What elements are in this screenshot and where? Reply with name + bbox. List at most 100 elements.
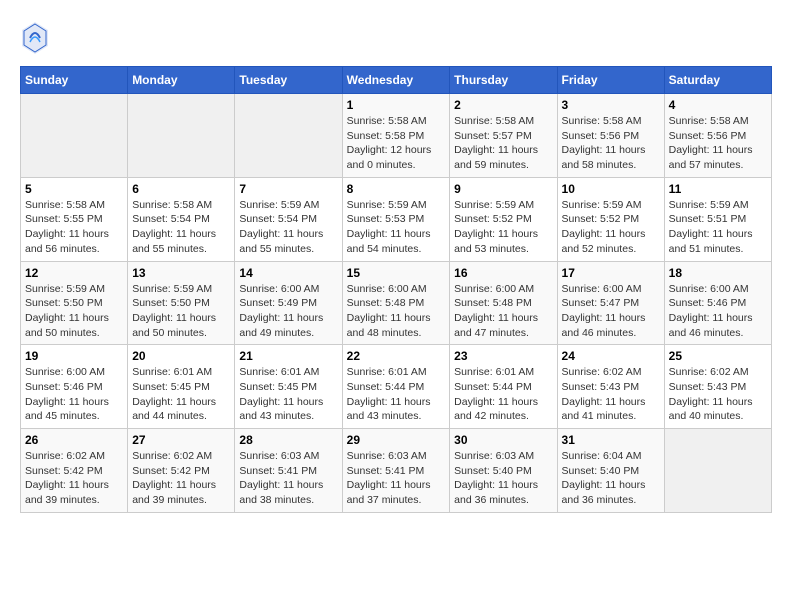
day-number: 20 (132, 349, 230, 363)
calendar-header-row: SundayMondayTuesdayWednesdayThursdayFrid… (21, 67, 772, 94)
calendar-cell: 9Sunrise: 5:59 AM Sunset: 5:52 PM Daylig… (450, 177, 557, 261)
calendar-cell: 29 Sunrise: 6:03 AM Sunset: 5:41 PM Dayli… (342, 429, 450, 513)
day-info: Sunrise: 5:59 AM Sunset: 5:51 PM Dayligh… (669, 198, 767, 257)
calendar-cell: 24Sunrise: 6:02 AM Sunset: 5:43 PM Dayli… (557, 345, 664, 429)
day-number: 5 (25, 182, 123, 196)
day-header-thursday: Thursday (450, 67, 557, 94)
calendar-cell: 21 Sunrise: 6:01 AM Sunset: 5:45 PM Dayli… (235, 345, 342, 429)
calendar-cell: 30 Sunrise: 6:03 AM Sunset: 5:40 PM Dayli… (450, 429, 557, 513)
calendar-week-1: 1Sunrise: 5:58 AM Sunset: 5:58 PM Daylig… (21, 94, 772, 178)
day-number: 29 (347, 433, 446, 447)
day-info: Sunrise: 6:03 AM Sunset: 5:40 PM Dayligh… (454, 449, 552, 508)
calendar-table: SundayMondayTuesdayWednesdayThursdayFrid… (20, 66, 772, 513)
day-info: Sunrise: 6:01 AM Sunset: 5:44 PM Dayligh… (347, 365, 446, 424)
calendar-week-5: 26 Sunrise: 6:02 AM Sunset: 5:42 PM Dayli… (21, 429, 772, 513)
page-header (20, 20, 772, 56)
calendar-cell: 12 Sunrise: 5:59 AM Sunset: 5:50 PM Dayli… (21, 261, 128, 345)
day-number: 7 (239, 182, 337, 196)
day-info: Sunrise: 6:00 AM Sunset: 5:48 PM Dayligh… (347, 282, 446, 341)
day-number: 12 (25, 266, 123, 280)
day-number: 6 (132, 182, 230, 196)
day-info: Sunrise: 6:02 AM Sunset: 5:42 PM Dayligh… (25, 449, 123, 508)
calendar-cell: 17 Sunrise: 6:00 AM Sunset: 5:47 PM Dayli… (557, 261, 664, 345)
day-number: 15 (347, 266, 446, 280)
calendar-week-4: 19Sunrise: 6:00 AM Sunset: 5:46 PM Dayli… (21, 345, 772, 429)
calendar-cell (21, 94, 128, 178)
day-number: 11 (669, 182, 767, 196)
day-info: Sunrise: 6:01 AM Sunset: 5:44 PM Dayligh… (454, 365, 552, 424)
calendar-cell: 6 Sunrise: 5:58 AM Sunset: 5:54 PM Daylig… (128, 177, 235, 261)
day-number: 18 (669, 266, 767, 280)
day-info: Sunrise: 5:58 AM Sunset: 5:56 PM Dayligh… (562, 114, 660, 173)
day-number: 8 (347, 182, 446, 196)
day-info: Sunrise: 6:00 AM Sunset: 5:47 PM Dayligh… (562, 282, 660, 341)
day-number: 25 (669, 349, 767, 363)
day-info: Sunrise: 6:02 AM Sunset: 5:43 PM Dayligh… (562, 365, 660, 424)
day-number: 21 (239, 349, 337, 363)
calendar-cell: 7 Sunrise: 5:59 AM Sunset: 5:54 PM Daylig… (235, 177, 342, 261)
day-number: 28 (239, 433, 337, 447)
day-info: Sunrise: 6:01 AM Sunset: 5:45 PM Dayligh… (239, 365, 337, 424)
day-number: 17 (562, 266, 660, 280)
day-number: 14 (239, 266, 337, 280)
day-header-friday: Friday (557, 67, 664, 94)
day-number: 27 (132, 433, 230, 447)
day-number: 4 (669, 98, 767, 112)
day-info: Sunrise: 6:01 AM Sunset: 5:45 PM Dayligh… (132, 365, 230, 424)
logo (20, 20, 54, 56)
day-number: 10 (562, 182, 660, 196)
day-info: Sunrise: 5:58 AM Sunset: 5:54 PM Dayligh… (132, 198, 230, 257)
day-info: Sunrise: 6:00 AM Sunset: 5:48 PM Dayligh… (454, 282, 552, 341)
day-number: 3 (562, 98, 660, 112)
calendar-cell: 22 Sunrise: 6:01 AM Sunset: 5:44 PM Dayli… (342, 345, 450, 429)
calendar-cell: 15 Sunrise: 6:00 AM Sunset: 5:48 PM Dayli… (342, 261, 450, 345)
calendar-cell: 2 Sunrise: 5:58 AM Sunset: 5:57 PM Daylig… (450, 94, 557, 178)
calendar-cell: 14 Sunrise: 6:00 AM Sunset: 5:49 PM Dayli… (235, 261, 342, 345)
day-header-wednesday: Wednesday (342, 67, 450, 94)
day-info: Sunrise: 5:59 AM Sunset: 5:50 PM Dayligh… (25, 282, 123, 341)
calendar-cell: 4 Sunrise: 5:58 AM Sunset: 5:56 PM Daylig… (664, 94, 771, 178)
calendar-cell: 11 Sunrise: 5:59 AM Sunset: 5:51 PM Dayli… (664, 177, 771, 261)
calendar-cell: 27 Sunrise: 6:02 AM Sunset: 5:42 PM Dayli… (128, 429, 235, 513)
day-info: Sunrise: 6:00 AM Sunset: 5:46 PM Dayligh… (669, 282, 767, 341)
calendar-cell: 28 Sunrise: 6:03 AM Sunset: 5:41 PM Dayli… (235, 429, 342, 513)
calendar-cell: 19Sunrise: 6:00 AM Sunset: 5:46 PM Dayli… (21, 345, 128, 429)
calendar-cell: 26 Sunrise: 6:02 AM Sunset: 5:42 PM Dayli… (21, 429, 128, 513)
day-number: 30 (454, 433, 552, 447)
day-info: Sunrise: 6:04 AM Sunset: 5:40 PM Dayligh… (562, 449, 660, 508)
calendar-week-2: 5 Sunrise: 5:58 AM Sunset: 5:55 PM Daylig… (21, 177, 772, 261)
calendar-cell: 13 Sunrise: 5:59 AM Sunset: 5:50 PM Dayli… (128, 261, 235, 345)
day-info: Sunrise: 5:59 AM Sunset: 5:52 PM Dayligh… (562, 198, 660, 257)
day-info: Sunrise: 5:58 AM Sunset: 5:55 PM Dayligh… (25, 198, 123, 257)
day-info: Sunrise: 5:59 AM Sunset: 5:50 PM Dayligh… (132, 282, 230, 341)
day-info: Sunrise: 5:58 AM Sunset: 5:57 PM Dayligh… (454, 114, 552, 173)
day-info: Sunrise: 6:02 AM Sunset: 5:42 PM Dayligh… (132, 449, 230, 508)
calendar-cell: 20 Sunrise: 6:01 AM Sunset: 5:45 PM Dayli… (128, 345, 235, 429)
calendar-cell: 25 Sunrise: 6:02 AM Sunset: 5:43 PM Dayli… (664, 345, 771, 429)
calendar-week-3: 12 Sunrise: 5:59 AM Sunset: 5:50 PM Dayli… (21, 261, 772, 345)
day-header-tuesday: Tuesday (235, 67, 342, 94)
day-info: Sunrise: 6:02 AM Sunset: 5:43 PM Dayligh… (669, 365, 767, 424)
calendar-cell: 5 Sunrise: 5:58 AM Sunset: 5:55 PM Daylig… (21, 177, 128, 261)
calendar-cell: 1Sunrise: 5:58 AM Sunset: 5:58 PM Daylig… (342, 94, 450, 178)
day-number: 2 (454, 98, 552, 112)
calendar-cell: 10 Sunrise: 5:59 AM Sunset: 5:52 PM Dayli… (557, 177, 664, 261)
calendar-cell (235, 94, 342, 178)
day-info: Sunrise: 6:00 AM Sunset: 5:49 PM Dayligh… (239, 282, 337, 341)
day-info: Sunrise: 6:03 AM Sunset: 5:41 PM Dayligh… (347, 449, 446, 508)
day-info: Sunrise: 5:59 AM Sunset: 5:54 PM Dayligh… (239, 198, 337, 257)
day-number: 23 (454, 349, 552, 363)
day-number: 26 (25, 433, 123, 447)
day-info: Sunrise: 6:03 AM Sunset: 5:41 PM Dayligh… (239, 449, 337, 508)
day-number: 22 (347, 349, 446, 363)
day-number: 1 (347, 98, 446, 112)
calendar-cell: 23 Sunrise: 6:01 AM Sunset: 5:44 PM Dayli… (450, 345, 557, 429)
calendar-cell: 31 Sunrise: 6:04 AM Sunset: 5:40 PM Dayli… (557, 429, 664, 513)
day-info: Sunrise: 5:58 AM Sunset: 5:56 PM Dayligh… (669, 114, 767, 173)
day-number: 13 (132, 266, 230, 280)
calendar-cell: 16 Sunrise: 6:00 AM Sunset: 5:48 PM Dayli… (450, 261, 557, 345)
day-header-monday: Monday (128, 67, 235, 94)
day-number: 31 (562, 433, 660, 447)
day-header-sunday: Sunday (21, 67, 128, 94)
day-number: 16 (454, 266, 552, 280)
